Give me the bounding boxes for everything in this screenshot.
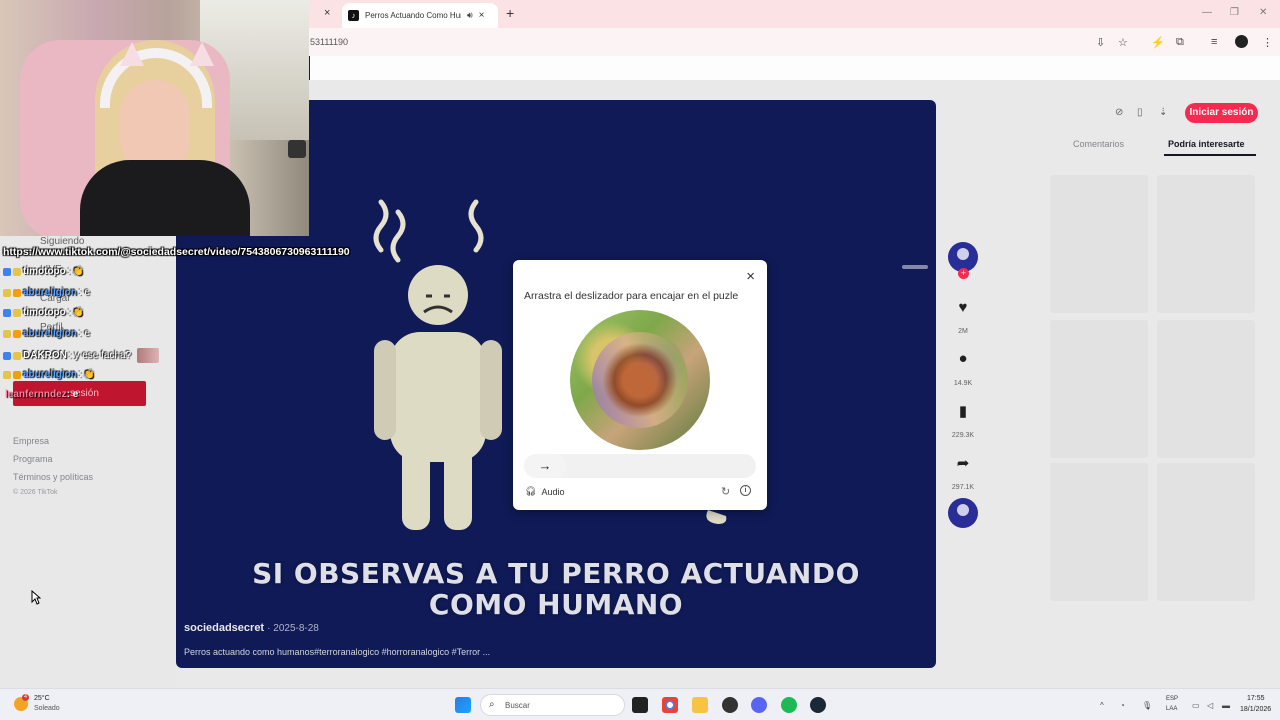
chat-message: abureligion: e — [3, 328, 90, 339]
cat-ear-right — [190, 42, 214, 66]
chat-emote-image — [137, 348, 160, 363]
tray-chevron-icon[interactable]: ^ — [1100, 701, 1104, 710]
extensions-puzzle-icon[interactable]: ⧉ — [1176, 36, 1184, 49]
new-tab-button[interactable]: + — [506, 5, 514, 21]
keyboard-layout[interactable]: LAA — [1166, 706, 1177, 712]
prev-tab-close-icon[interactable]: × — [324, 7, 330, 19]
volume-icon[interactable]: ◁ — [1207, 701, 1213, 710]
microphone — [288, 140, 306, 158]
start-windows-icon[interactable] — [455, 697, 471, 713]
reading-list-icon[interactable]: ≡ — [1211, 36, 1217, 48]
profile-avatar[interactable] — [1235, 35, 1248, 48]
chat-message: timotopo: 👏 — [3, 307, 84, 318]
spotify-icon[interactable] — [781, 697, 797, 713]
webcam-overlay — [0, 0, 309, 236]
audio-playing-icon[interactable]: 🔊︎ — [467, 10, 473, 21]
battery-icon[interactable]: ▬ — [1222, 701, 1230, 710]
captcha-slider-handle[interactable]: → — [524, 454, 566, 478]
tab-close-icon[interactable]: × — [479, 10, 485, 21]
chrome-icon[interactable] — [662, 697, 678, 713]
chat-message: abureligion: 👏 — [3, 369, 95, 380]
browser-menu-icon[interactable]: ⋮ — [1262, 36, 1273, 49]
refresh-icon[interactable]: ↻ — [721, 485, 730, 498]
mouse-cursor-icon — [31, 590, 41, 605]
search-icon: ⌕ — [489, 699, 495, 710]
tray-mic-icon[interactable]: 🎙︎ — [1142, 701, 1152, 710]
chat-message: abureligion: e — [3, 287, 90, 298]
steam-icon[interactable] — [810, 697, 826, 713]
info-icon[interactable]: i — [740, 485, 751, 496]
clock-date[interactable]: 18/1/2026 — [1240, 706, 1271, 713]
restore-icon[interactable]: ❐ — [1230, 7, 1239, 18]
captcha-title: Arrastra el deslizador para encajar en e… — [524, 290, 739, 302]
clock-time[interactable]: 17:55 — [1247, 695, 1265, 702]
network-icon[interactable]: ▭ — [1192, 701, 1200, 710]
chat-message: leanfernndez: e — [5, 389, 79, 400]
language-indicator[interactable]: ESP — [1166, 696, 1178, 702]
puzzle-rotating-piece — [576, 316, 704, 444]
install-app-icon[interactable]: ⇩ — [1096, 36, 1105, 49]
file-explorer-icon[interactable] — [692, 697, 708, 713]
tray-app-icon[interactable]: ◔ — [1120, 701, 1125, 710]
streamer-body — [80, 160, 250, 236]
weather-condition[interactable]: Soleado — [34, 705, 60, 712]
weather-temp[interactable]: 25°C — [34, 695, 50, 702]
cat-ear-left — [120, 42, 144, 66]
task-view-icon[interactable] — [632, 697, 648, 713]
weather-badge: 4 — [22, 694, 29, 701]
stream-url-overlay: https://www.tiktok.com/@sociedadsecret/v… — [3, 246, 350, 258]
windows-taskbar: 4 25°C Soleado ⌕ Buscar ^ ◔ 🎙︎ ESP LAA ▭… — [0, 688, 1280, 720]
headphones-icon: 🎧︎ — [525, 486, 537, 496]
minimize-icon[interactable]: — — [1202, 7, 1212, 18]
captcha-close-icon[interactable]: × — [746, 268, 755, 285]
chat-message: DAKRON: y ese facha? — [3, 348, 160, 363]
captcha-dialog: × Arrastra el deslizador para encajar en… — [513, 260, 767, 510]
obs-icon[interactable] — [722, 697, 738, 713]
window-close-icon[interactable]: ✕ — [1259, 7, 1267, 18]
audio-label: Audio — [541, 486, 565, 497]
extension-icon[interactable]: ⚡ — [1151, 36, 1165, 49]
puzzle-image — [570, 310, 710, 450]
tab-title: Perros Actuando Como Humanos — [365, 11, 461, 20]
address-text[interactable]: 53111190 — [310, 37, 348, 47]
discord-icon[interactable] — [751, 697, 767, 713]
search-label: Buscar — [505, 701, 530, 710]
bookmarks-bar — [310, 56, 1280, 80]
tiktok-favicon-icon: ♪ — [348, 10, 359, 21]
taskbar-search[interactable]: ⌕ Buscar — [480, 694, 625, 716]
bookmark-star-icon[interactable]: ☆ — [1118, 36, 1128, 49]
audio-option[interactable]: 🎧︎ Audio — [525, 486, 564, 497]
active-tab[interactable]: ♪ Perros Actuando Como Humanos 🔊︎ × — [342, 3, 498, 28]
chat-message: timotopo: 👏 — [3, 266, 84, 277]
